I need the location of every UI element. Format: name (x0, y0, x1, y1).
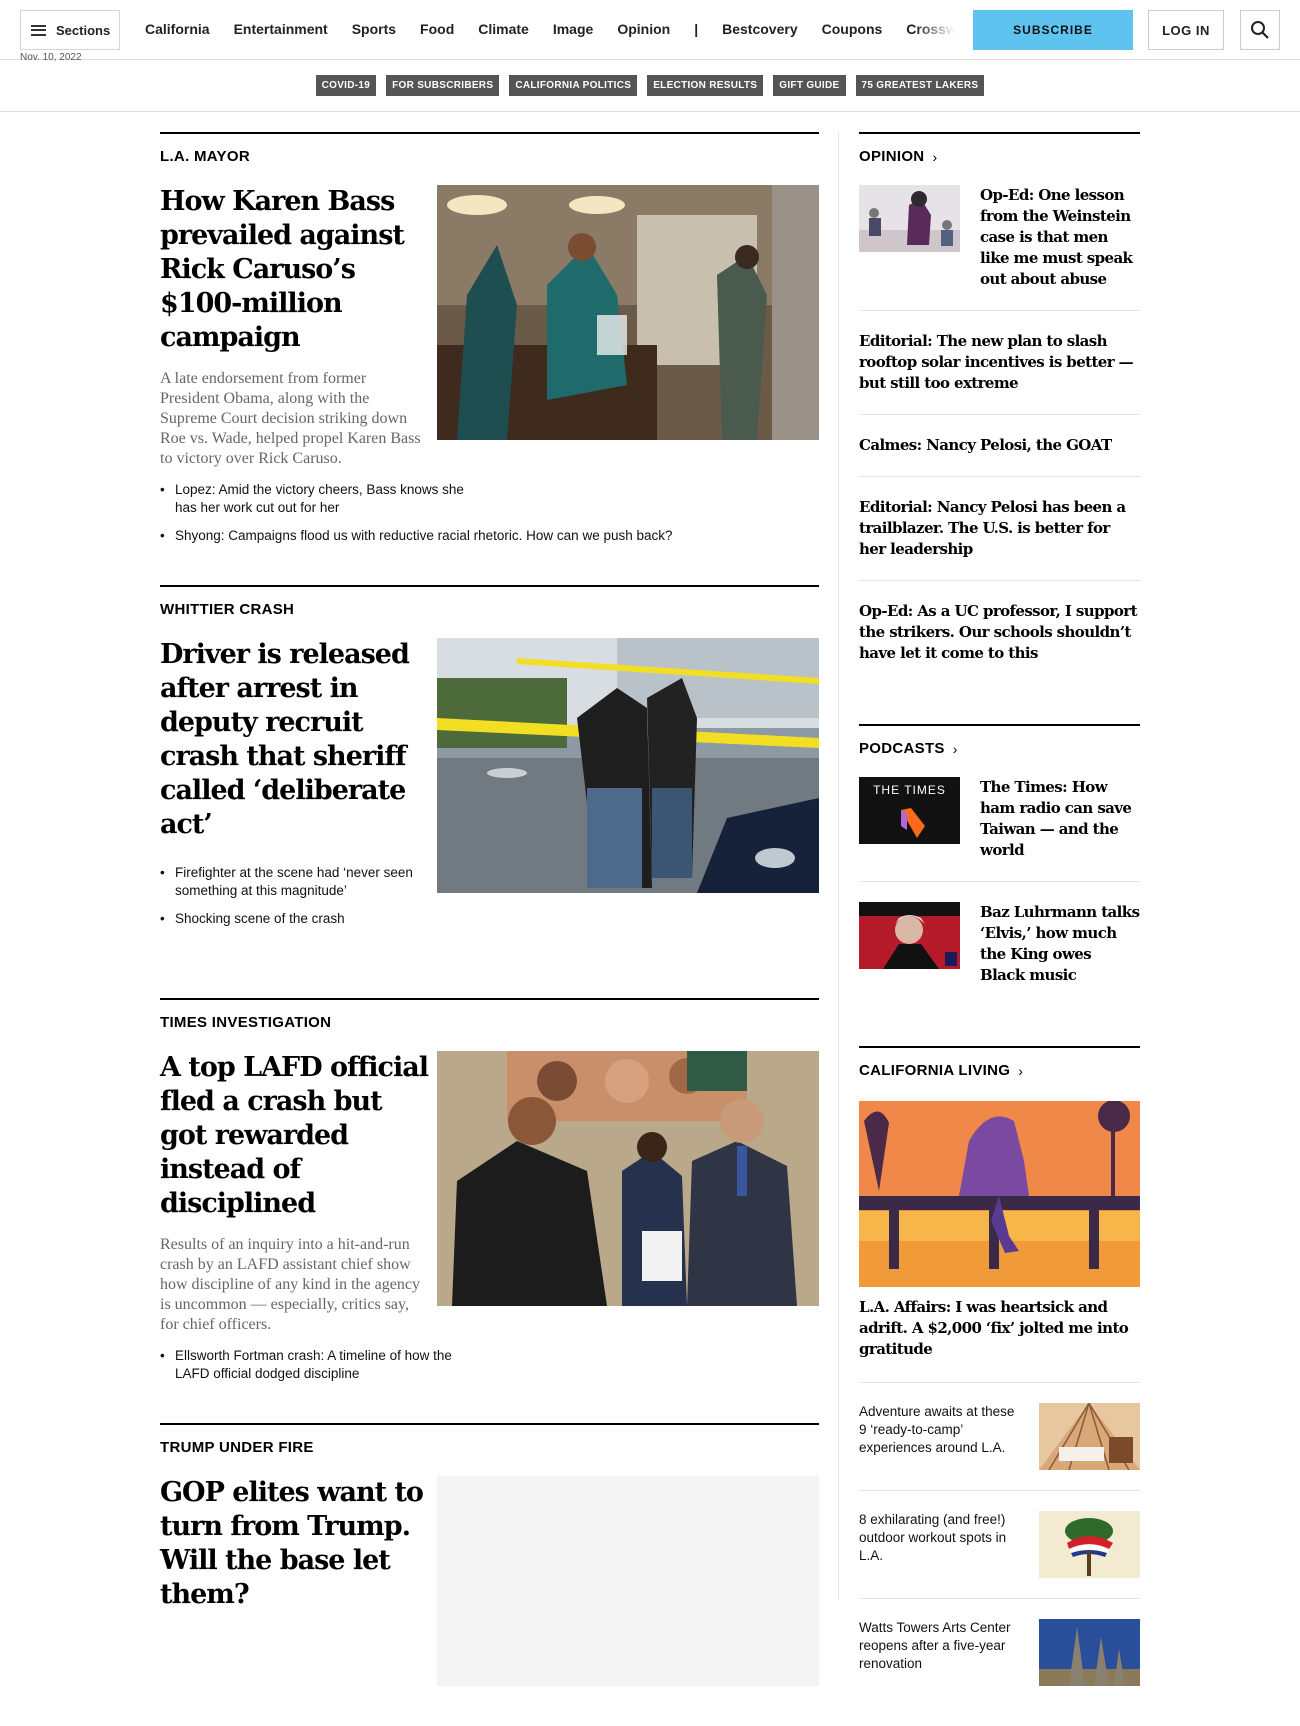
podcast-thumbnail (859, 902, 960, 969)
rail-item[interactable]: Calmes: Nancy Pelosi, the GOAT (859, 415, 1140, 477)
story-kicker[interactable]: Whittier Crash (160, 601, 819, 618)
story-headline[interactable]: Driver is released after arrest in deput… (160, 638, 428, 842)
related-links: Firefighter at the scene had ‘never seen… (160, 864, 428, 928)
story-dek: A late endorsement from former President… (160, 370, 421, 467)
story-photo-placeholder[interactable] (437, 1476, 819, 1686)
related-link[interactable]: Lopez: Amid the victory cheers, Bass kno… (160, 481, 470, 517)
rail-item[interactable]: Editorial: The new plan to slash rooftop… (859, 311, 1140, 415)
sections-menu-button[interactable]: Sections (20, 10, 120, 50)
top-navigation-bar: Sections California Entertainment Sports… (0, 0, 1300, 60)
chevron-right-icon: › (932, 148, 938, 165)
story-kicker[interactable]: L.A. Mayor (160, 148, 819, 165)
rail-item-headline: Calmes: Nancy Pelosi, the GOAT (859, 436, 1112, 454)
story-card: Trump Under Fire GOP elites want to turn… (160, 1423, 819, 1686)
nav-link-sports[interactable]: Sports (352, 21, 396, 37)
nav-link-opinion[interactable]: Opinion (617, 21, 670, 37)
related-link[interactable]: Shocking scene of the crash (160, 910, 428, 928)
subscribe-button[interactable]: SUBSCRIBE (973, 10, 1133, 50)
related-links: Lopez: Amid the victory cheers, Bass kno… (160, 481, 819, 545)
nav-link-california[interactable]: California (145, 21, 210, 37)
right-rail: OPINION › Op-Ed: One lesson from the Wei… (859, 132, 1140, 1706)
nav-link-climate[interactable]: Climate (478, 21, 529, 37)
nav-separator: | (694, 21, 699, 37)
california-living-section: CALIFORNIA LIVING › L.A. Affairs: I was … (859, 1046, 1140, 1706)
story-dek: Results of an inquiry into a hit-and-run… (160, 1236, 420, 1333)
nav-link-bestcovery[interactable]: Bestcovery (722, 21, 798, 37)
trending-pill[interactable]: GIFT GUIDE (773, 75, 846, 96)
story-photo[interactable] (437, 185, 819, 440)
podcast-thumbnail: THE TIMES (859, 777, 960, 844)
sections-label: Sections (56, 22, 111, 38)
story-headline[interactable]: GOP elites want to turn from Trump. Will… (160, 1476, 428, 1612)
section-heading-opinion[interactable]: OPINION › (859, 148, 1140, 165)
rail-item[interactable]: Watts Towers Arts Center reopens after a… (859, 1599, 1140, 1706)
story-card: L.A. Mayor How Karen Bass prevailed agai… (160, 132, 819, 545)
nav-fade-overlay (915, 0, 955, 58)
story-headline[interactable]: How Karen Bass prevailed against Rick Ca… (160, 185, 428, 355)
rail-item-headline: Editorial: The new plan to slash rooftop… (859, 332, 1134, 392)
rail-item-headline: Adventure awaits at these 9 ‘ready-to-ca… (859, 1404, 1015, 1455)
section-title: CALIFORNIA LIVING (859, 1062, 1011, 1079)
nav-link-coupons[interactable]: Coupons (822, 21, 883, 37)
related-links: Ellsworth Fortman crash: A timeline of h… (160, 1347, 819, 1383)
story-card: Times Investigation A top LAFD official … (160, 998, 819, 1383)
rail-item-thumbnail (1039, 1511, 1140, 1578)
rail-item-headline: Editorial: Nancy Pelosi has been a trail… (859, 498, 1126, 558)
section-title: PODCASTS (859, 740, 945, 757)
related-link[interactable]: Ellsworth Fortman crash: A timeline of h… (160, 1347, 470, 1383)
chevron-right-icon: › (952, 740, 958, 757)
story-kicker[interactable]: Trump Under Fire (160, 1439, 819, 1456)
rail-item-headline: 8 exhilarating (and free!) outdoor worko… (859, 1512, 1007, 1563)
opinion-thumbnail (859, 185, 960, 252)
lead-illustration[interactable] (859, 1101, 1140, 1287)
rail-item-headline: The Times: How ham radio can save Taiwan… (980, 778, 1132, 859)
trending-pill[interactable]: FOR SUBSCRIBERS (386, 75, 500, 96)
nav-link-food[interactable]: Food (420, 21, 454, 37)
rail-item-headline: Op-Ed: One lesson from the Weinstein cas… (980, 186, 1133, 288)
trending-pill[interactable]: ELECTION RESULTS (647, 75, 764, 96)
rail-item[interactable]: Op-Ed: One lesson from the Weinstein cas… (859, 165, 1140, 311)
story-photo[interactable] (437, 1051, 819, 1306)
opinion-section: OPINION › Op-Ed: One lesson from the Wei… (859, 132, 1140, 684)
hamburger-icon (31, 24, 46, 36)
trending-pill[interactable]: 75 GREATEST LAKERS (855, 75, 985, 96)
story-card: Whittier Crash Driver is released after … (160, 585, 819, 938)
rail-item-headline: Watts Towers Arts Center reopens after a… (859, 1620, 1011, 1671)
story-headline[interactable]: A top LAFD official fled a crash but got… (160, 1051, 429, 1221)
related-link[interactable]: Firefighter at the scene had ‘never seen… (160, 864, 428, 900)
rail-item[interactable]: Op-Ed: As a UC professor, I support the … (859, 581, 1140, 684)
login-button[interactable]: LOG IN (1148, 10, 1224, 50)
rail-item-headline: Baz Luhrmann talks ‘Elvis,’ how much the… (980, 903, 1140, 984)
rail-item[interactable]: Adventure awaits at these 9 ‘ready-to-ca… (859, 1383, 1140, 1491)
related-link[interactable]: Shyong: Campaigns flood us with reductiv… (160, 527, 819, 545)
rail-item-thumbnail (1039, 1403, 1140, 1470)
section-heading-california-living[interactable]: CALIFORNIA LIVING › (859, 1062, 1140, 1079)
search-button[interactable] (1240, 10, 1280, 50)
lead-headline[interactable]: L.A. Affairs: I was heartsick and adrift… (859, 1297, 1140, 1383)
trending-pill[interactable]: COVID-19 (315, 75, 377, 96)
story-photo[interactable] (437, 638, 819, 893)
rail-item[interactable]: THE TIMES The Times: How ham radio can s… (859, 757, 1140, 882)
podcast-thumb-label: THE TIMES (873, 783, 946, 797)
rail-item[interactable]: Editorial: Nancy Pelosi has been a trail… (859, 477, 1140, 581)
rail-item[interactable]: 8 exhilarating (and free!) outdoor worko… (859, 1491, 1140, 1599)
nav-link-entertainment[interactable]: Entertainment (234, 21, 328, 37)
podcasts-section: PODCASTS › THE TIMES The Times: How ham … (859, 724, 1140, 1006)
nav-link-image[interactable]: Image (553, 21, 593, 37)
column-divider (838, 132, 839, 1600)
rail-item-headline: Op-Ed: As a UC professor, I support the … (859, 602, 1138, 662)
section-heading-podcasts[interactable]: PODCASTS › (859, 740, 1140, 757)
trending-pill[interactable]: CALIFORNIA POLITICS (509, 75, 638, 96)
rail-item-thumbnail (1039, 1619, 1140, 1686)
main-column: L.A. Mayor How Karen Bass prevailed agai… (160, 132, 819, 1726)
section-nav: California Entertainment Sports Food Cli… (145, 0, 955, 58)
trending-bar: COVID-19 FOR SUBSCRIBERS CALIFORNIA POLI… (0, 60, 1300, 112)
search-icon (1251, 21, 1269, 39)
rail-item[interactable]: Baz Luhrmann talks ‘Elvis,’ how much the… (859, 882, 1140, 1006)
chevron-right-icon: › (1018, 1062, 1024, 1079)
section-title: OPINION (859, 148, 925, 165)
story-kicker[interactable]: Times Investigation (160, 1014, 819, 1031)
